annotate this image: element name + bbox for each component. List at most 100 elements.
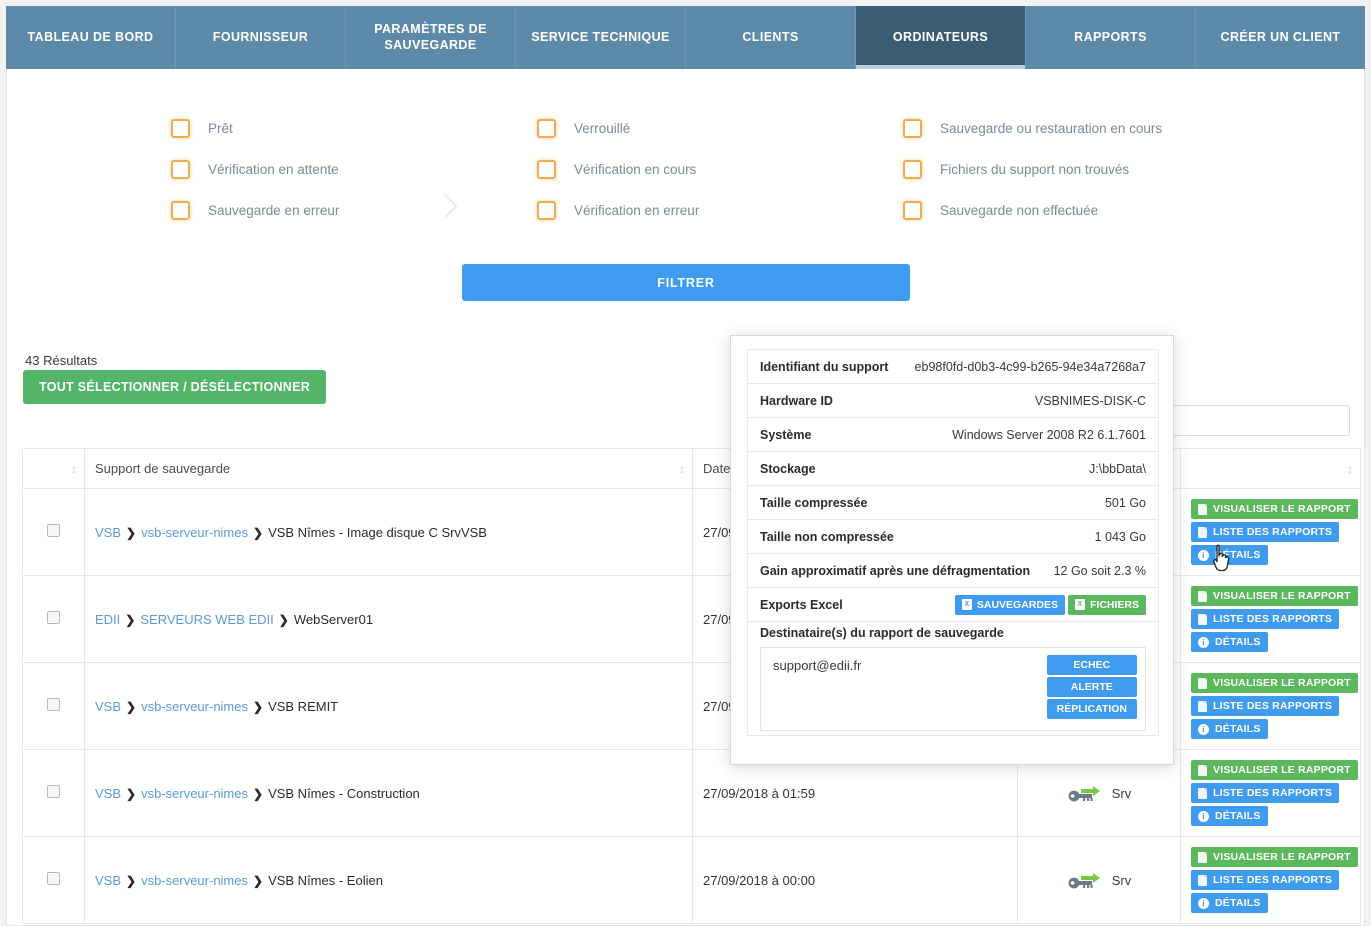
filter-verification-en-attente[interactable]: Vérification en attente (171, 160, 537, 179)
nav-tab-fournisseur[interactable]: FOURNISSEUR (176, 6, 346, 69)
tag-replication[interactable]: RÉPLICATION (1046, 699, 1137, 719)
nav-tab-clients[interactable]: CLIENTS (686, 6, 856, 69)
breadcrumb-client-link[interactable]: VSB (95, 699, 121, 714)
filter-verification-en-erreur[interactable]: Vérification en erreur (537, 201, 903, 220)
action-label: VISUALISER LE RAPPORT (1213, 677, 1351, 689)
breadcrumb-client-link[interactable]: VSB (95, 786, 121, 801)
document-icon (1198, 677, 1207, 689)
filter-sauvegarde-non-effectuee[interactable]: Sauvegarde non effectuée (903, 201, 1323, 220)
breadcrumb-client-link[interactable]: VSB (95, 525, 121, 540)
row-select-cell (22, 488, 85, 576)
export-fichiers-button[interactable]: X FICHIERS (1067, 594, 1146, 615)
nav-tab-service-technique[interactable]: SERVICE TECHNIQUE (516, 6, 686, 69)
filter-button[interactable]: FILTRER (462, 264, 910, 301)
type-label: Srv (1111, 785, 1132, 801)
checkbox-verification-en-erreur[interactable] (537, 201, 556, 220)
sort-icon[interactable]: ↕ (679, 462, 685, 476)
visualiser-le-rapport-button[interactable]: VISUALISER LE RAPPORT (1191, 847, 1358, 867)
filter-label: Vérification en attente (208, 162, 339, 177)
filter-pret[interactable]: Prêt (171, 119, 537, 138)
column-header-actions[interactable]: ↕ (1180, 448, 1361, 489)
checkbox-sauvegarde-non-effectuee[interactable] (903, 201, 922, 220)
details-button[interactable]: i DÉTAILS (1191, 545, 1268, 565)
chevron-right-icon: ❯ (253, 699, 264, 714)
backup-date: 27/09/2018 à 01:59 (703, 785, 816, 801)
export-buttons: X SAUVEGARDES X FICHIERS (954, 594, 1146, 615)
visualiser-le-rapport-button[interactable]: VISUALISER LE RAPPORT (1191, 586, 1358, 606)
status-filter-group: Prêt Verrouillé Sauvegarde ou restaurati… (7, 119, 1364, 242)
chevron-right-icon: ❯ (125, 612, 136, 627)
visualiser-le-rapport-button[interactable]: VISUALISER LE RAPPORT (1191, 499, 1358, 519)
checkbox-fichiers-du-support-non-trouves[interactable] (903, 160, 922, 179)
action-label: DÉTAILS (1215, 636, 1261, 648)
liste-des-rapports-button[interactable]: LISTE DES RAPPORTS (1191, 696, 1340, 716)
nav-tab-rapports[interactable]: RAPPORTS (1026, 6, 1196, 69)
details-button[interactable]: i DÉTAILS (1191, 806, 1268, 826)
excel-icon: X (1074, 599, 1085, 610)
sort-icon[interactable]: ↕ (71, 462, 77, 476)
visualiser-le-rapport-button[interactable]: VISUALISER LE RAPPORT (1191, 760, 1358, 780)
filter-verrouille[interactable]: Verrouillé (537, 119, 903, 138)
nav-tab-tableau-de-bord[interactable]: TABLEAU DE BORD (6, 6, 176, 69)
tag-alerte[interactable]: ALERTE (1046, 677, 1137, 697)
filter-row: Prêt Verrouillé Sauvegarde ou restaurati… (37, 119, 1334, 138)
row-checkbox[interactable] (47, 524, 60, 537)
document-icon (1198, 613, 1207, 625)
row-checkbox[interactable] (47, 872, 60, 885)
checkbox-sauvegarde-ou-restauration-en-cours[interactable] (903, 119, 922, 138)
table-row: VSB ❯ vsb-serveur-nimes ❯ VSB Nîmes - Eolien… (22, 836, 1361, 924)
details-button[interactable]: i DÉTAILS (1191, 893, 1268, 913)
row-checkbox[interactable] (47, 611, 60, 624)
action-label: DÉTAILS (1215, 810, 1261, 822)
filter-label: Verrouillé (574, 121, 631, 136)
support-cell: VSB ❯ vsb-serveur-nimes ❯ VSB Nîmes - Eolien (84, 836, 693, 924)
detail-row-taille-compressee: Taille compressée 501 Go (748, 486, 1158, 520)
row-checkbox[interactable] (47, 785, 60, 798)
checkbox-pret[interactable] (171, 119, 190, 138)
checkbox-verrouille[interactable] (537, 119, 556, 138)
nav-tab-parametres-de-sauvegarde[interactable]: PARAMÈTRES DE SAUVEGARDE (346, 6, 516, 69)
checkbox-verification-en-cours[interactable] (537, 160, 556, 179)
breadcrumb-server-link[interactable]: vsb-serveur-nimes (141, 873, 248, 888)
detail-key: Système (760, 427, 812, 442)
breadcrumb-client-link[interactable]: EDII (95, 612, 120, 627)
detail-key: Taille non compressée (760, 529, 894, 544)
select-all-button[interactable]: TOUT SÉLECTIONNER / DÉSÉLECTIONNER (23, 370, 327, 404)
export-sauvegardes-button[interactable]: X SAUVEGARDES (954, 594, 1065, 615)
breadcrumb-server-link[interactable]: SERVEURS WEB EDII (140, 612, 273, 627)
breadcrumb-server-link[interactable]: vsb-serveur-nimes (141, 525, 248, 540)
liste-des-rapports-button[interactable]: LISTE DES RAPPORTS (1191, 783, 1340, 803)
liste-des-rapports-button[interactable]: LISTE DES RAPPORTS (1191, 870, 1340, 890)
liste-des-rapports-button[interactable]: LISTE DES RAPPORTS (1191, 522, 1340, 542)
nav-tab-ordinateurs[interactable]: ORDINATEURS (856, 6, 1026, 69)
sort-icon[interactable]: ↕ (1347, 462, 1353, 476)
filter-fichiers-du-support-non-trouves[interactable]: Fichiers du support non trouvés (903, 160, 1323, 179)
visualiser-le-rapport-button[interactable]: VISUALISER LE RAPPORT (1191, 673, 1358, 693)
chevron-right-icon: ❯ (253, 786, 264, 801)
checkbox-sauvegarde-en-erreur[interactable] (171, 201, 190, 220)
breadcrumb-server-link[interactable]: vsb-serveur-nimes (141, 699, 248, 714)
breadcrumb-server-link[interactable]: vsb-serveur-nimes (141, 786, 248, 801)
column-header-support-de-sauvegarde[interactable]: Support de sauvegarde ↕ (84, 448, 693, 489)
search-input[interactable] (1169, 405, 1350, 436)
nav-label: ORDINATEURS (892, 29, 989, 44)
column-header-select[interactable]: ↕ (22, 448, 85, 489)
document-icon (1198, 700, 1207, 712)
breadcrumb-client-link[interactable]: VSB (95, 873, 121, 888)
detail-key: Exports Excel (760, 597, 843, 612)
liste-des-rapports-button[interactable]: LISTE DES RAPPORTS (1191, 609, 1340, 629)
tag-echec[interactable]: ECHEC (1046, 655, 1137, 675)
recipient-email: support@edii.fr (773, 658, 862, 673)
filter-sauvegarde-en-erreur[interactable]: Sauvegarde en erreur (171, 201, 537, 220)
checkbox-verification-en-attente[interactable] (171, 160, 190, 179)
nav-tab-creer-un-client[interactable]: CRÉER UN CLIENT (1196, 6, 1365, 69)
filter-row: Vérification en attente Vérification en … (37, 160, 1334, 179)
export-button-label: SAUVEGARDES (976, 598, 1058, 611)
filter-verification-en-cours[interactable]: Vérification en cours (537, 160, 903, 179)
detail-row-stockage: Stockage J:\bbData\ (748, 452, 1158, 486)
row-checkbox[interactable] (47, 698, 60, 711)
details-button[interactable]: i DÉTAILS (1191, 719, 1268, 739)
details-button[interactable]: i DÉTAILS (1191, 632, 1268, 652)
info-icon: i (1198, 810, 1209, 822)
filter-sauvegarde-ou-restauration-en-cours[interactable]: Sauvegarde ou restauration en cours (903, 119, 1323, 138)
